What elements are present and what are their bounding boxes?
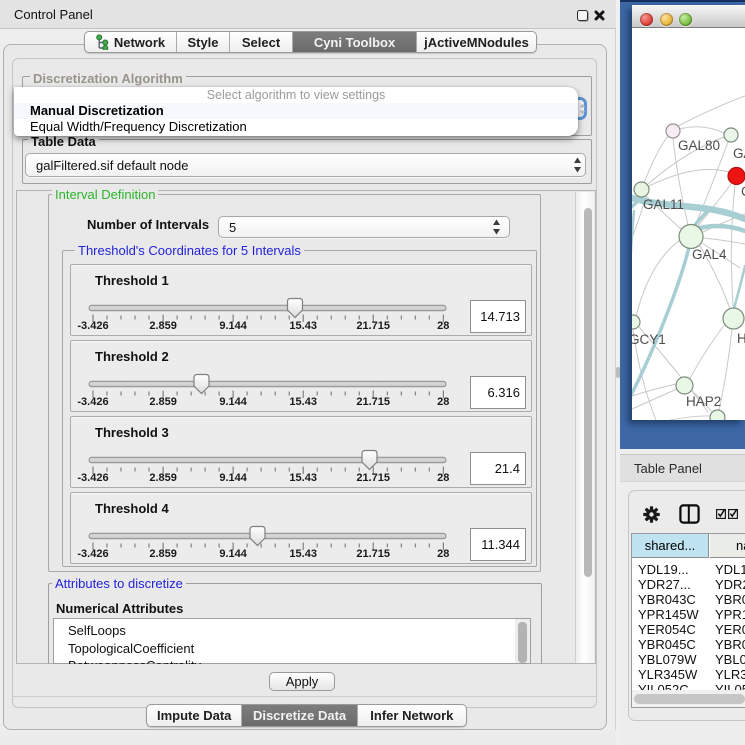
svg-text:2.859: 2.859	[149, 548, 177, 560]
svg-text:15.43: 15.43	[289, 548, 317, 560]
svg-text:HI: HI	[737, 331, 745, 346]
svg-text:-3.426: -3.426	[77, 320, 108, 332]
svg-text:GAL80: GAL80	[678, 138, 720, 153]
svg-text:2.859: 2.859	[149, 472, 177, 484]
svg-text:21.715: 21.715	[356, 320, 390, 332]
svg-text:9.144: 9.144	[219, 472, 247, 484]
svg-text:9.144: 9.144	[219, 320, 247, 332]
svg-text:15.43: 15.43	[289, 320, 317, 332]
svg-text:21.715: 21.715	[356, 472, 390, 484]
svg-text:GCY1: GCY1	[632, 332, 666, 347]
svg-text:-3.426: -3.426	[77, 472, 108, 484]
svg-text:15.43: 15.43	[289, 396, 317, 408]
svg-text:28: 28	[437, 548, 449, 560]
svg-text:28: 28	[437, 396, 449, 408]
svg-text:9.144: 9.144	[219, 548, 247, 560]
svg-text:GAL4: GAL4	[692, 247, 727, 262]
svg-text:21.715: 21.715	[356, 396, 390, 408]
svg-text:28: 28	[437, 472, 449, 484]
svg-text:-3.426: -3.426	[77, 548, 108, 560]
svg-text:2.859: 2.859	[149, 320, 177, 332]
svg-text:21.715: 21.715	[356, 548, 390, 560]
svg-text:9.144: 9.144	[219, 396, 247, 408]
svg-text:2.859: 2.859	[149, 396, 177, 408]
svg-text:GA: GA	[733, 146, 745, 161]
svg-text:28: 28	[437, 320, 449, 332]
svg-text:HAP2: HAP2	[686, 394, 721, 409]
svg-text:15.43: 15.43	[289, 472, 317, 484]
svg-text:-3.426: -3.426	[77, 396, 108, 408]
svg-text:CY: CY	[741, 184, 745, 199]
svg-text:GAL11: GAL11	[643, 197, 684, 212]
